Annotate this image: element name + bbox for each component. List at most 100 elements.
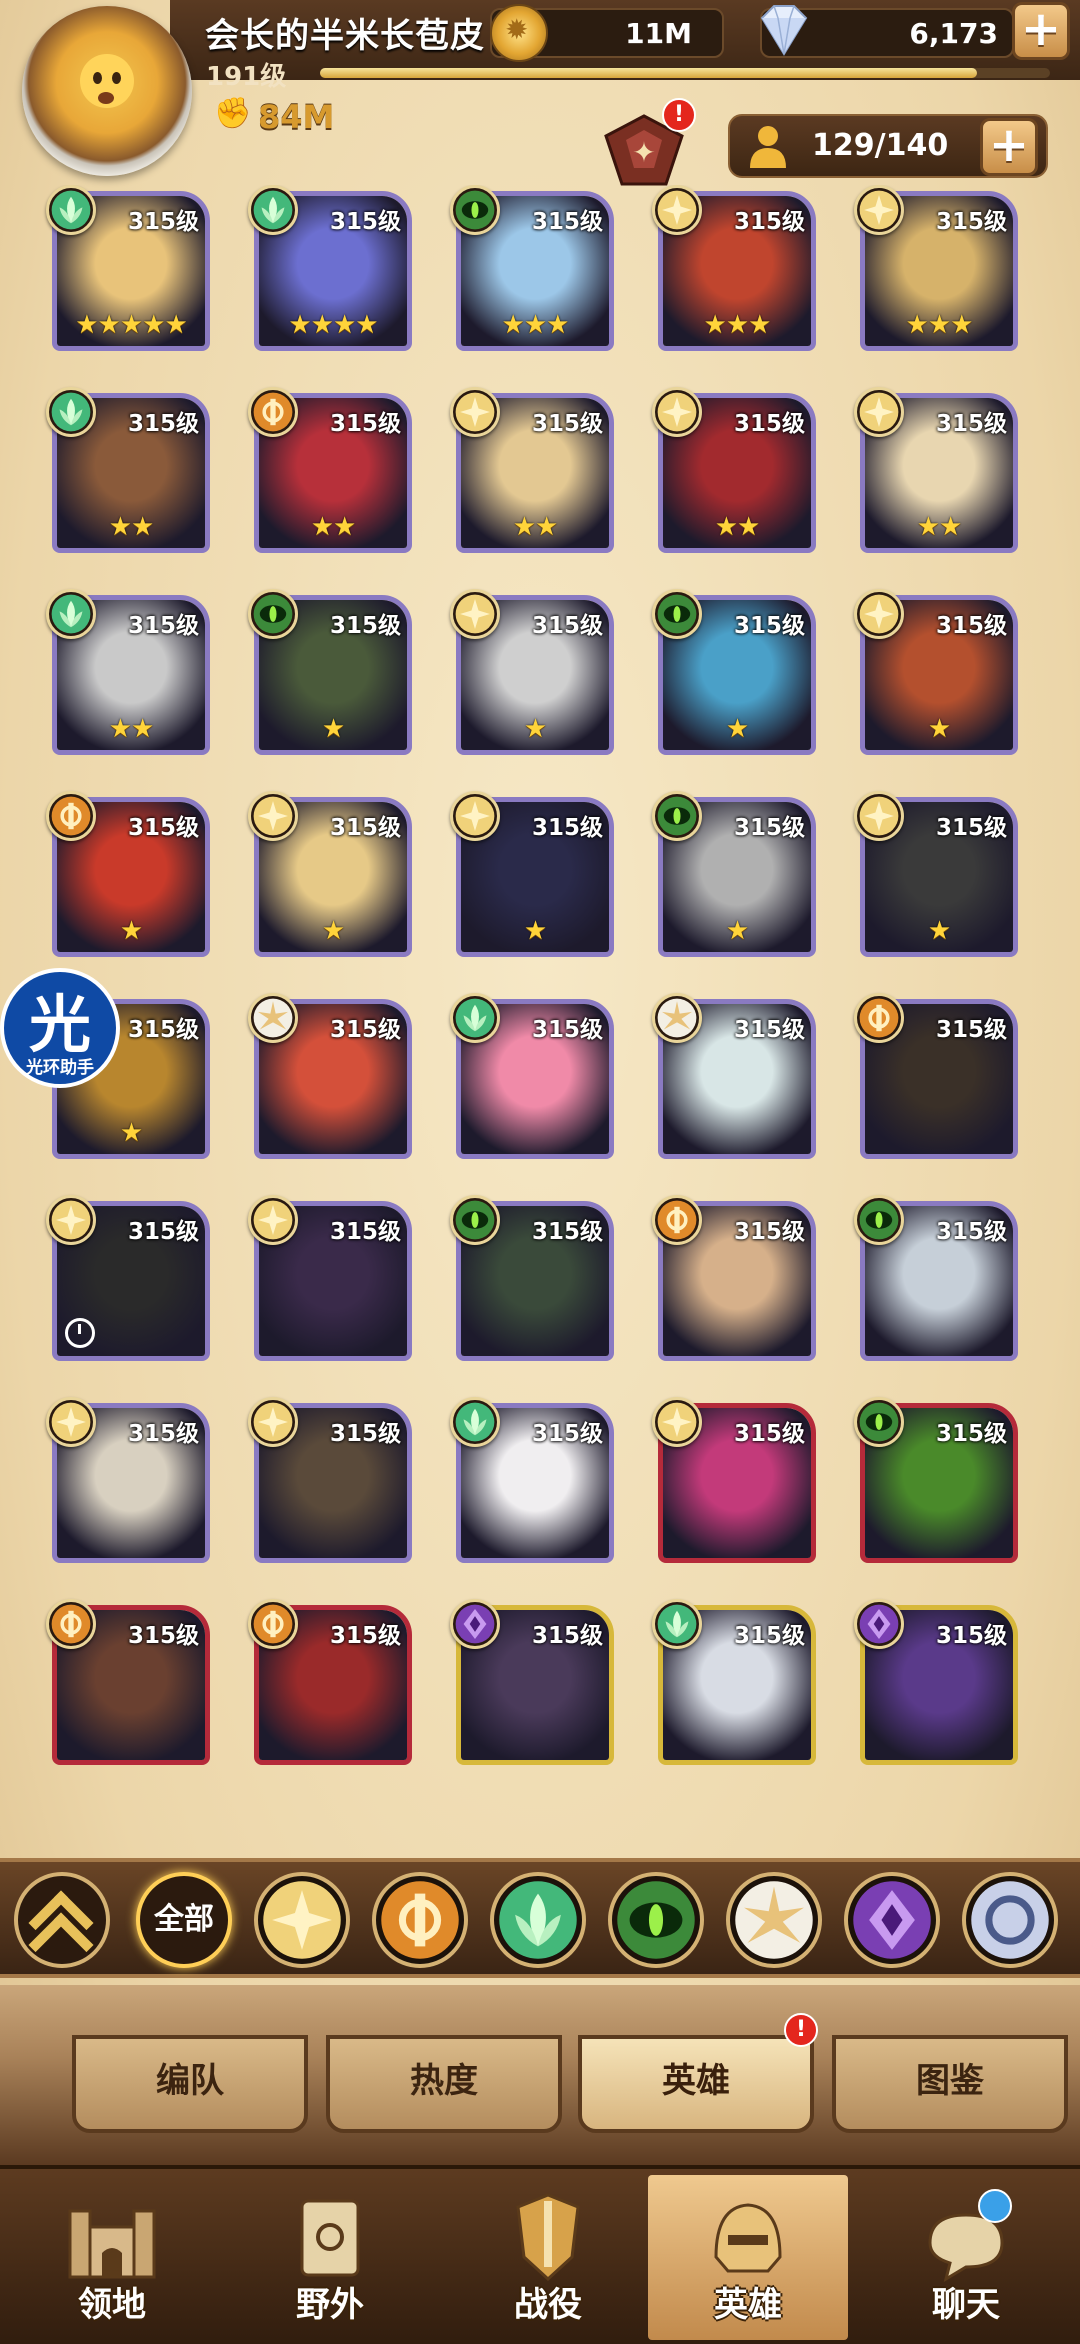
lightbearer-faction-icon (854, 791, 904, 841)
hero-card[interactable]: 315级 (46, 1599, 216, 1771)
wilder-faction-icon (652, 1599, 702, 1649)
hypogean-icon (848, 1876, 936, 1968)
bottom-navigation: 领地 野外 战役 英雄 聊天 (0, 2165, 1080, 2344)
hero-level: 315级 (935, 1421, 1007, 1447)
graveborn-icon (612, 1876, 700, 1968)
hero-card[interactable]: 315级 ★ (46, 791, 216, 963)
hypogean-faction-icon (450, 1599, 500, 1649)
tab-popularity[interactable]: 热度 (326, 2035, 562, 2133)
hero-level: 315级 (329, 1421, 401, 1447)
hero-stars: ★★ (714, 512, 761, 542)
hero-card[interactable]: 315级 ★★ (248, 387, 418, 559)
collapse-filter-button[interactable] (14, 1872, 110, 1978)
hero-card[interactable]: 315级 ★ (450, 589, 620, 761)
hero-card[interactable]: 315级 (652, 1397, 822, 1569)
wilder-filter-button[interactable] (490, 1872, 586, 1968)
hero-card[interactable]: 315级 (854, 1599, 1024, 1771)
hero-level: 315级 (531, 613, 603, 639)
hero-stars: ★ (119, 916, 143, 946)
hero-card[interactable]: 315级 ★ (854, 589, 1024, 761)
nav-helmet[interactable]: 英雄 (648, 2175, 848, 2340)
hero-card[interactable]: 315级 ★★ (854, 387, 1024, 559)
add-gems-button[interactable]: + (1012, 2, 1070, 60)
castle-icon (68, 2209, 156, 2279)
graveborn-filter-button[interactable] (608, 1872, 704, 1968)
hero-card[interactable]: 315级 (652, 1195, 822, 1367)
celestial-faction-icon (248, 993, 298, 1043)
tab-formation[interactable]: 编队 (72, 2035, 308, 2133)
hero-card[interactable]: 315级 (450, 1195, 620, 1367)
hero-level: 315级 (531, 1017, 603, 1043)
hero-card[interactable]: 315级 (248, 1599, 418, 1771)
mauler-filter-button[interactable] (372, 1872, 468, 1968)
hero-card[interactable]: 315级 ★ (854, 791, 1024, 963)
filter-all-button[interactable]: 全部 (136, 1872, 232, 1968)
tab-codex[interactable]: 图鉴 (832, 2035, 1068, 2133)
nav-castle[interactable]: 领地 (12, 2175, 212, 2340)
hero-stars: ★★ (512, 512, 559, 542)
halo-assistant-button[interactable]: 光 光环助手 (0, 968, 120, 1088)
hero-card[interactable]: 315级 (450, 1599, 620, 1771)
fist-power-icon: ✊ (214, 96, 252, 131)
celestial-filter-button[interactable] (726, 1872, 822, 1968)
gold-value: 11M (625, 17, 692, 50)
svg-text:✦: ✦ (632, 136, 655, 169)
hero-level: 315级 (733, 815, 805, 841)
hero-stars: ★★ (916, 512, 963, 542)
hero-card[interactable]: 315级 (46, 1397, 216, 1569)
hero-level: 315级 (733, 1421, 805, 1447)
hero-card[interactable]: 315级 ★★ (652, 387, 822, 559)
hero-card[interactable]: 315级 ★★★★★ (46, 185, 216, 357)
hero-card[interactable]: 315级 ★★★ (652, 185, 822, 357)
hero-level: 315级 (733, 1017, 805, 1043)
team-power: 84M (258, 98, 335, 136)
hero-card[interactable]: 315级 (652, 993, 822, 1165)
hero-card[interactable]: 315级 (248, 1397, 418, 1569)
hero-card[interactable]: 315级 (854, 1397, 1024, 1569)
nav-chat-bubble[interactable]: 聊天 (866, 2175, 1066, 2340)
graveborn-faction-icon (652, 791, 702, 841)
hero-card[interactable]: 315级 ★ (248, 791, 418, 963)
hero-level: 315级 (127, 1219, 199, 1245)
hypogean-filter-button[interactable] (844, 1872, 940, 1968)
hero-card[interactable]: 315级 (248, 993, 418, 1165)
mauler-faction-icon (248, 1599, 298, 1649)
hero-card[interactable]: 315级 ★★★★ (248, 185, 418, 357)
lightbearer-filter-button[interactable] (254, 1872, 350, 1968)
hero-card[interactable]: 315级 (450, 1397, 620, 1569)
hero-level: 315级 (531, 209, 603, 235)
hero-card[interactable]: 315级 (854, 1195, 1024, 1367)
mauler-faction-icon (46, 791, 96, 841)
hero-card[interactable]: 315级 ★ (248, 589, 418, 761)
expand-capacity-button[interactable]: + (980, 118, 1038, 176)
halo-assistant-label: 光环助手 (26, 1058, 94, 1078)
nav-scroll-map[interactable]: 野外 (230, 2175, 430, 2340)
player-avatar[interactable] (22, 6, 192, 176)
tab-heroes[interactable]: 英雄 (578, 2035, 814, 2133)
hero-card[interactable]: 315级 ★★★ (450, 185, 620, 357)
player-level: 191级 (206, 62, 287, 92)
hero-card[interactable]: 315级 ★ (450, 791, 620, 963)
graveborn-faction-icon (854, 1397, 904, 1447)
hero-capacity-value: 129/140 (812, 128, 949, 163)
nav-sword-shield[interactable]: 战役 (448, 2175, 648, 2340)
hero-level: 315级 (127, 613, 199, 639)
hero-card[interactable]: 315级 ★★ (46, 589, 216, 761)
wilder-faction-icon (46, 387, 96, 437)
hero-card[interactable]: 315级 ★ (652, 791, 822, 963)
hero-card[interactable]: 315级 ★ (652, 589, 822, 761)
hero-card[interactable]: 315级 (248, 1195, 418, 1367)
hero-card[interactable]: 315级 ★★★ (854, 185, 1024, 357)
hero-card[interactable]: 315级 (46, 1195, 216, 1367)
wilder-faction-icon (450, 1397, 500, 1447)
hero-card[interactable]: 315级 (854, 993, 1024, 1165)
hero-level: 315级 (127, 1017, 199, 1043)
dimensional-filter-button[interactable] (962, 1872, 1058, 1968)
nav-label: 聊天 (932, 2285, 1000, 2325)
hero-card[interactable]: 315级 (652, 1599, 822, 1771)
nav-label: 领地 (78, 2285, 146, 2325)
hero-card[interactable]: 315级 (450, 993, 620, 1165)
hero-card[interactable]: 315级 ★★ (450, 387, 620, 559)
hero-level: 315级 (935, 1017, 1007, 1043)
hero-card[interactable]: 315级 ★★ (46, 387, 216, 559)
